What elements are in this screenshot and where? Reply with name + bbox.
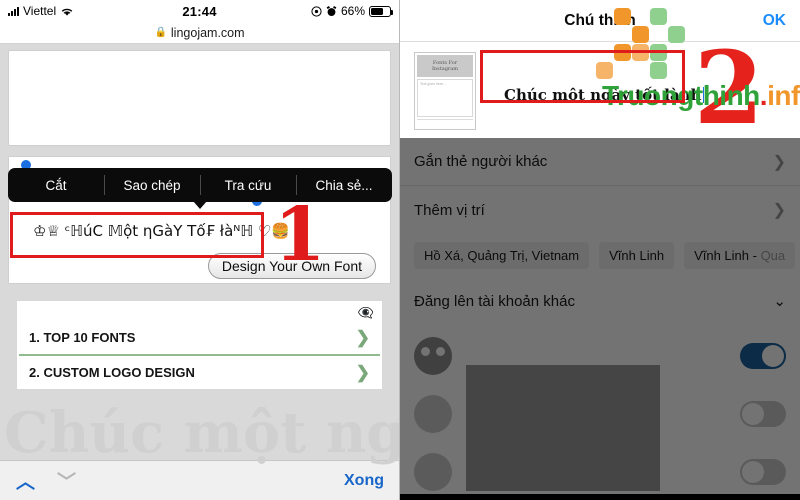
location-chip[interactable]: Vĩnh Linh: [599, 242, 675, 269]
chevron-right-icon: ❯: [772, 153, 786, 171]
ad-item-label: 1. TOP 10 FONTS: [29, 330, 136, 345]
account-toggle[interactable]: [740, 459, 786, 485]
screenshot-root: Viettel 21:44 66% 🔒 lingojam.com Chúc mộ…: [0, 0, 800, 500]
section-label: Đăng lên tài khoản khác: [414, 292, 575, 310]
section-other-accounts[interactable]: Đăng lên tài khoản khác ⌄: [400, 279, 800, 323]
carrier-label: Viettel: [23, 4, 57, 18]
account-list: hieungann: [400, 323, 800, 500]
annotation-number-1: 1: [274, 192, 326, 278]
thumbnail-footer: [417, 119, 473, 127]
avatar: [414, 453, 452, 491]
annotation-box-1: [10, 212, 264, 258]
keyboard-done-button[interactable]: Xong: [344, 472, 384, 490]
thumbnail-title: Fonts For Instagram: [417, 55, 473, 77]
account-toggle[interactable]: [740, 401, 786, 427]
menu-item-cut[interactable]: Cắt: [8, 168, 104, 202]
location-arrow-icon: [311, 5, 322, 17]
location-chip[interactable]: Hồ Xá, Quảng Trị, Vietnam: [414, 242, 590, 269]
alarm-clock-icon: [326, 5, 337, 16]
background-ghost-text: Chúc một ngày tốt lành: [4, 400, 400, 466]
menu-item-copy[interactable]: Sao chép: [104, 168, 200, 202]
ios-status-bar: Viettel 21:44 66%: [0, 0, 399, 22]
status-time: 21:44: [182, 3, 217, 19]
battery-percent-label: 66%: [340, 4, 365, 18]
browser-content: Chúc một ngày tốt lành Chúc một ngày tốt…: [0, 44, 399, 500]
bottom-black-strip: [400, 494, 800, 500]
thumbnail-line2: Instagram: [431, 66, 459, 72]
annotation-number-2: 2: [694, 29, 764, 147]
account-toggle[interactable]: [740, 343, 786, 369]
chevron-right-icon: ❯: [355, 362, 370, 382]
page-title: Chú thích: [564, 11, 636, 29]
signal-bars-icon: [8, 6, 19, 16]
location-chip-truncated[interactable]: Vĩnh Linh - Qua: [684, 242, 796, 269]
chip-faded-part: Qua: [760, 248, 786, 263]
left-panel-safari: Viettel 21:44 66% 🔒 lingojam.com Chúc mộ…: [0, 0, 400, 500]
ok-button[interactable]: OK: [763, 12, 786, 30]
chevron-up-icon[interactable]: ︿: [16, 467, 35, 494]
ios-edit-menu: Cắt Sao chép Tra cứu Chia sẻ...: [8, 168, 392, 209]
lock-icon: 🔒: [154, 27, 167, 38]
avatar: [414, 395, 452, 433]
row-add-location[interactable]: Thêm vị trí ❯: [400, 186, 800, 234]
post-thumbnail: Fonts For Instagram Text goes here...: [414, 52, 476, 130]
empty-output-card: [8, 50, 391, 146]
ad-item-custom-logo-design[interactable]: 2. CUSTOM LOGO DESIGN ❯: [17, 356, 382, 389]
location-chip-list: Hồ Xá, Quảng Trị, Vietnam Vĩnh Linh Vĩnh…: [400, 234, 800, 279]
keyboard-accessory-bar: ︿ ﹀ Xong: [0, 460, 399, 500]
annotation-box-2: [480, 50, 685, 103]
options-list: Gắn thẻ người khác ❯ Thêm vị trí ❯ Hồ Xá…: [400, 138, 800, 500]
chevron-right-icon: ❯: [355, 327, 370, 347]
row-label: Gắn thẻ người khác: [414, 153, 548, 170]
row-label: Thêm vị trí: [414, 201, 485, 219]
thumbnail-body: Text goes here...: [417, 79, 473, 117]
ad-header: 👁️‍🗨️: [17, 301, 382, 321]
chevron-down-icon[interactable]: ﹀: [57, 467, 76, 494]
wifi-icon: [61, 8, 73, 16]
eye-slash-icon[interactable]: 👁️‍🗨️: [358, 305, 374, 321]
avatar: [414, 337, 452, 375]
chevron-down-icon: ⌄: [773, 293, 786, 310]
url-text: lingojam.com: [170, 25, 245, 40]
ad-panel: 👁️‍🗨️ 1. TOP 10 FONTS ❯ 2. CUSTOM LOGO D…: [16, 300, 383, 390]
chevron-right-icon: ❯: [772, 202, 786, 219]
chip-visible-part: Vĩnh Linh -: [694, 248, 761, 263]
safari-url-bar[interactable]: 🔒 lingojam.com: [0, 22, 399, 44]
ad-item-label: 2. CUSTOM LOGO DESIGN: [29, 365, 195, 380]
right-panel-instagram: Chú thích OK Fonts For Instagram Text go…: [400, 0, 800, 500]
battery-icon: [369, 5, 393, 17]
ad-item-top-10-fonts[interactable]: 1. TOP 10 FONTS ❯: [17, 321, 382, 354]
redacted-block: [466, 365, 660, 491]
